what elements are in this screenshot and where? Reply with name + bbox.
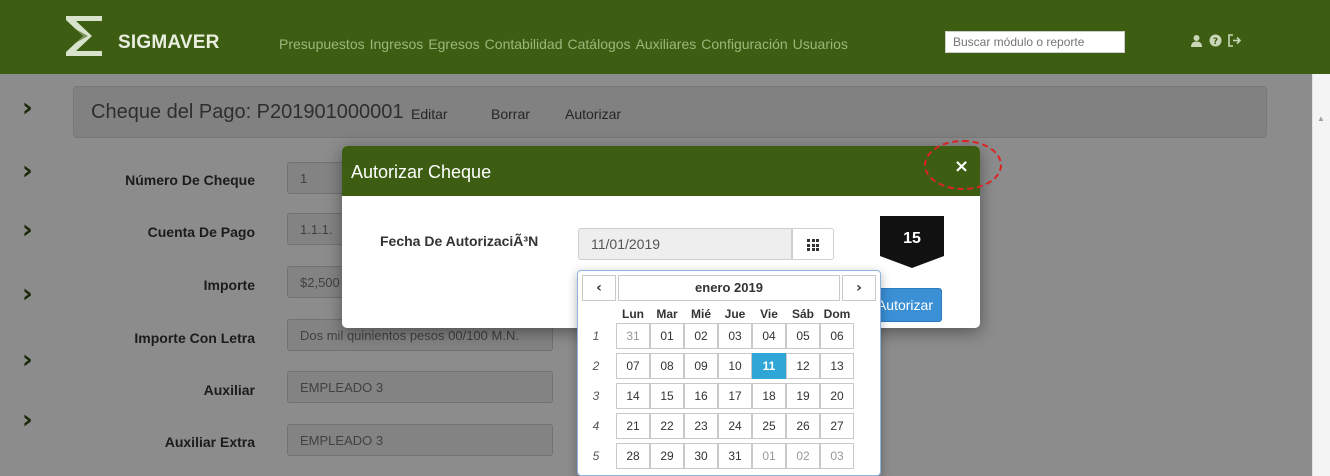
calendar-day[interactable]: 11 (752, 353, 786, 379)
calendar-day[interactable]: 14 (616, 383, 650, 409)
weekday-header: Jue (724, 307, 746, 321)
calendar-day[interactable]: 25 (752, 413, 786, 439)
help-icon[interactable]: ? (1209, 34, 1222, 49)
calendar-day[interactable]: 23 (684, 413, 718, 439)
sigmaver-logo-icon[interactable] (62, 12, 106, 60)
calendar-day[interactable]: 09 (684, 353, 718, 379)
menu-item-catalogos[interactable]: Catálogos (568, 36, 631, 52)
calendar-day[interactable]: 28 (616, 443, 650, 469)
weekday-header: Mié (690, 307, 711, 321)
calendar-day[interactable]: 19 (786, 383, 820, 409)
user-icon[interactable] (1190, 34, 1203, 49)
calendar-day[interactable]: 26 (786, 413, 820, 439)
brand-name[interactable]: SIGMAVER (118, 32, 220, 54)
calendar-day[interactable]: 05 (786, 323, 820, 349)
authorization-date-label: Fecha De AutorizaciÃ³N (380, 233, 539, 249)
calendar-day[interactable]: 10 (718, 353, 752, 379)
authorization-date-input[interactable]: 11/01/2019 (578, 228, 792, 260)
date-picker-popup: ‹ enero 2019 › Lun Mar Mié Jue Vie Sáb Dom 1 31 0… (577, 270, 881, 476)
calendar-day[interactable]: 17 (718, 383, 752, 409)
week-number: 3 (592, 389, 600, 403)
month-year-switch[interactable]: enero 2019 (618, 275, 840, 301)
calendar-day[interactable]: 29 (650, 443, 684, 469)
calendar-day[interactable]: 02 (684, 323, 718, 349)
calendar-day[interactable]: 12 (786, 353, 820, 379)
weekday-header: Vie (760, 307, 778, 321)
calendar-day[interactable]: 20 (820, 383, 854, 409)
week-number: 5 (592, 449, 600, 463)
menu-item-ingresos[interactable]: Ingresos (370, 36, 424, 52)
page-scrollbar[interactable]: ▲ (1312, 74, 1330, 476)
calendar-day[interactable]: 21 (616, 413, 650, 439)
calendar-day[interactable]: 22 (650, 413, 684, 439)
weekday-header: Lun (622, 307, 644, 321)
logout-icon[interactable] (1228, 34, 1242, 49)
calendar-toggle-button[interactable] (792, 228, 834, 260)
svg-text:?: ? (1213, 37, 1218, 47)
calendar-day[interactable]: 08 (650, 353, 684, 379)
calendar-day[interactable]: 31 (616, 323, 650, 349)
week-number: 4 (592, 419, 600, 433)
week-number: 1 (592, 329, 600, 343)
calendar-day[interactable]: 02 (786, 443, 820, 469)
calendar-day[interactable]: 03 (820, 443, 854, 469)
calendar-day[interactable]: 24 (718, 413, 752, 439)
menu-item-egresos[interactable]: Egresos (428, 36, 479, 52)
modal-title: Autorizar Cheque (351, 162, 492, 182)
weekday-header: Mar (656, 307, 678, 321)
calendar-day[interactable]: 27 (820, 413, 854, 439)
modal-header: Autorizar Cheque × (342, 146, 980, 196)
weekday-header: Sáb (791, 307, 814, 321)
top-navbar: SIGMAVER Presupuestos Ingresos Egresos C… (0, 0, 1330, 74)
weekday-header: Dom (823, 307, 851, 321)
scroll-up-arrow-icon[interactable]: ▲ (1317, 114, 1325, 123)
menu-item-configuracion[interactable]: Configuración (701, 36, 787, 52)
calendar-day[interactable]: 31 (718, 443, 752, 469)
calendar-day[interactable]: 03 (718, 323, 752, 349)
calendar-day[interactable]: 15 (650, 383, 684, 409)
menu-item-presupuestos[interactable]: Presupuestos (279, 36, 365, 52)
calendar-day[interactable]: 16 (684, 383, 718, 409)
close-button-highlight (924, 140, 1002, 190)
menu-item-usuarios[interactable]: Usuarios (793, 36, 848, 52)
calendar-day[interactable]: 18 (752, 383, 786, 409)
calendar-grid-icon (807, 239, 819, 251)
calendar-day[interactable]: 30 (684, 443, 718, 469)
calendar-day[interactable]: 07 (616, 353, 650, 379)
nav-icon-group: ? (1190, 34, 1242, 49)
calendar-day[interactable]: 01 (650, 323, 684, 349)
module-search-input[interactable] (945, 31, 1125, 53)
calendar-day[interactable]: 13 (820, 353, 854, 379)
calendar-day[interactable]: 04 (752, 323, 786, 349)
previous-month-button[interactable]: ‹ (582, 275, 616, 301)
calendar-day[interactable]: 06 (820, 323, 854, 349)
menu-item-contabilidad[interactable]: Contabilidad (485, 36, 563, 52)
step-callout-number: 15 (903, 230, 921, 247)
menu-item-auxiliares[interactable]: Auxiliares (636, 36, 697, 52)
next-month-button[interactable]: › (842, 275, 876, 301)
calendar-day[interactable]: 01 (752, 443, 786, 469)
week-number: 2 (592, 359, 600, 373)
main-menu: Presupuestos Ingresos Egresos Contabilid… (279, 36, 848, 52)
